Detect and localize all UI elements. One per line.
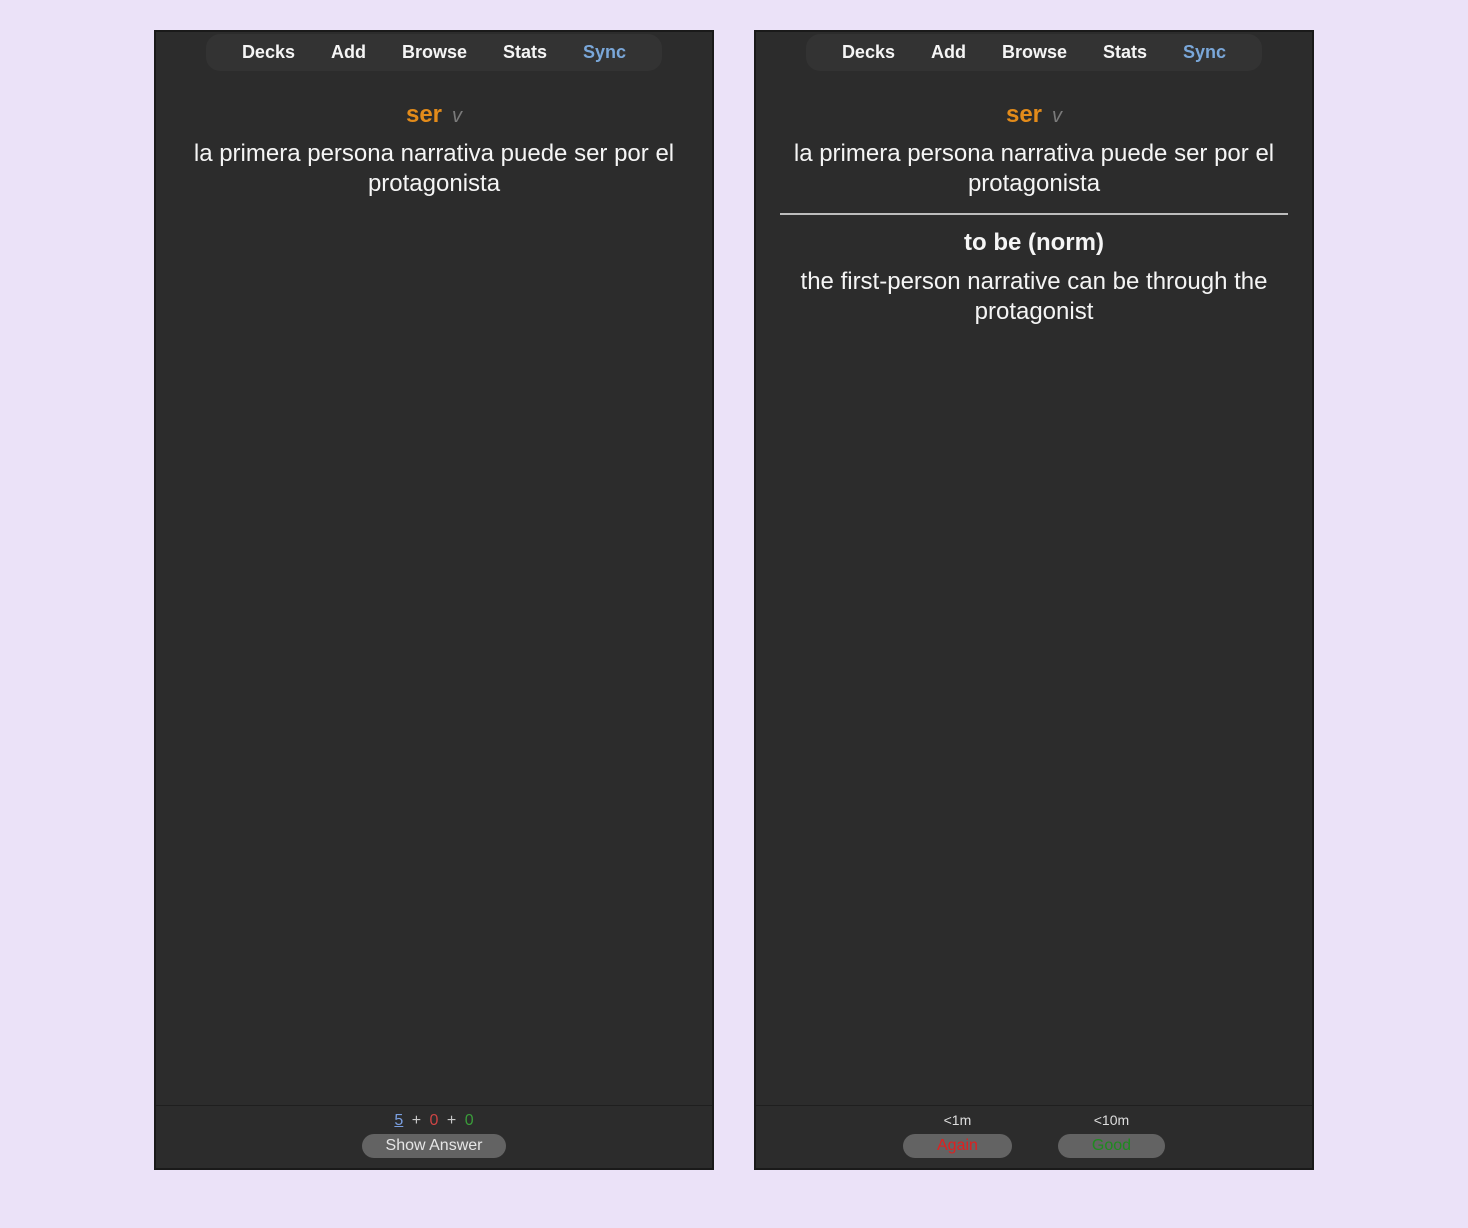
show-answer-button[interactable]: Show Answer: [362, 1134, 507, 1158]
good-time: <10m: [1094, 1112, 1129, 1128]
again-button[interactable]: Again: [903, 1134, 1012, 1158]
rating-good-col: <10m Good: [1050, 1112, 1173, 1158]
rating-again-col: <1m Again: [895, 1112, 1020, 1158]
nav-browse[interactable]: Browse: [384, 38, 485, 67]
count-new: 5: [394, 1112, 403, 1129]
card-content: ser v la primera persona narrativa puede…: [156, 71, 712, 1105]
counts: 5 + 0 + 0: [156, 1112, 712, 1130]
plus-icon: +: [443, 1112, 460, 1129]
topbar: Decks Add Browse Stats Sync: [156, 32, 712, 71]
nav-browse[interactable]: Browse: [984, 38, 1085, 67]
answer-sentence: the first-person narrative can be throug…: [780, 267, 1288, 327]
nav-stats[interactable]: Stats: [485, 38, 565, 67]
nav-add[interactable]: Add: [313, 38, 384, 67]
front-sentence: la primera persona narrativa puede ser p…: [780, 139, 1288, 199]
headword-row: ser v: [780, 101, 1288, 129]
good-button[interactable]: Good: [1058, 1134, 1165, 1158]
part-of-speech: v: [452, 105, 462, 128]
nav-sync[interactable]: Sync: [1165, 38, 1244, 67]
nav: Decks Add Browse Stats Sync: [806, 34, 1262, 71]
answer-head: to be (norm): [780, 229, 1288, 257]
bottom-bar: 5 + 0 + 0 Show Answer: [156, 1105, 712, 1168]
count-due: 0: [465, 1112, 474, 1129]
nav-sync[interactable]: Sync: [565, 38, 644, 67]
nav: Decks Add Browse Stats Sync: [206, 34, 662, 71]
count-learn: 0: [430, 1112, 439, 1129]
plus-icon: +: [408, 1112, 425, 1129]
headword: ser: [1006, 101, 1042, 129]
headword: ser: [406, 101, 442, 129]
part-of-speech: v: [1052, 105, 1062, 128]
nav-stats[interactable]: Stats: [1085, 38, 1165, 67]
nav-decks[interactable]: Decks: [224, 38, 313, 67]
topbar: Decks Add Browse Stats Sync: [756, 32, 1312, 71]
rating-row: <1m Again <10m Good: [756, 1112, 1312, 1158]
bottom-bar: <1m Again <10m Good: [756, 1105, 1312, 1168]
anki-window-answer: Decks Add Browse Stats Sync ser v la pri…: [754, 30, 1314, 1170]
card-content: ser v la primera persona narrativa puede…: [756, 71, 1312, 1105]
front-sentence: la primera persona narrativa puede ser p…: [180, 139, 688, 199]
again-time: <1m: [944, 1112, 972, 1128]
anki-window-question: Decks Add Browse Stats Sync ser v la pri…: [154, 30, 714, 1170]
divider: [780, 213, 1288, 215]
headword-row: ser v: [180, 101, 688, 129]
nav-decks[interactable]: Decks: [824, 38, 913, 67]
nav-add[interactable]: Add: [913, 38, 984, 67]
